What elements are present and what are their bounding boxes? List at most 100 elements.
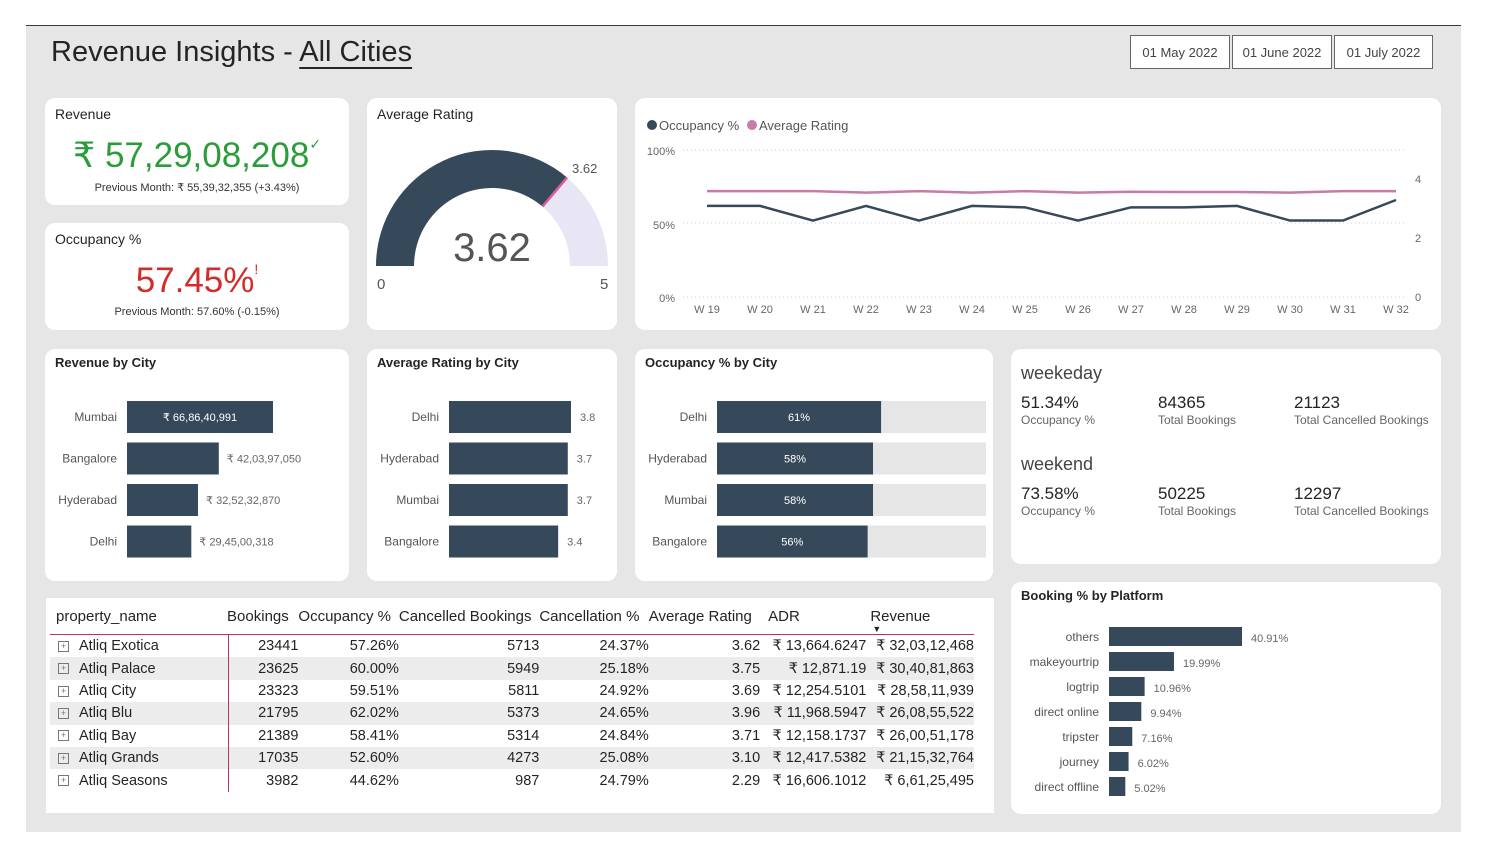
occupancy-card[interactable]: Occupancy % 57.45%! Previous Month: 57.6…	[45, 223, 349, 330]
expand-icon[interactable]: +	[58, 663, 69, 675]
rating-bar[interactable]	[449, 442, 568, 475]
weekend-label: weekend	[1021, 454, 1094, 474]
table-cell: ₹ 6,61,25,495	[884, 772, 974, 789]
table-row[interactable]: + Atliq Exotica 23441 57.26% 5713 24.37% 3.62 ₹…	[50, 635, 974, 658]
table-cell: 3982	[266, 772, 299, 789]
data-label: ₹ 32,52,32,870	[206, 495, 280, 507]
data-label: ₹ 29,45,00,318	[199, 537, 273, 549]
data-label: 58%	[784, 495, 806, 507]
occupancy-previous: Previous Month: 57.60% (-0.15%)	[114, 306, 280, 318]
table-row[interactable]: + Atliq City 23323 59.51% 5811 24.92% 3.69 ₹ 12…	[50, 680, 974, 702]
platform-bar[interactable]	[1109, 702, 1142, 721]
category-label: Mumbai	[74, 410, 117, 424]
cell-property-name: + Atliq Exotica	[50, 635, 227, 658]
table-row[interactable]: + Atliq Seasons 3982 44.62% 987 24.79% 2.29 ₹ 1…	[50, 769, 974, 791]
sort-desc-icon[interactable]: ▼	[872, 624, 881, 634]
category-label: direct offline	[1035, 780, 1100, 794]
gauge-min-label: 0	[377, 276, 385, 293]
expand-icon[interactable]: +	[58, 752, 69, 764]
date-filter-july[interactable]: 01 July 2022	[1334, 35, 1433, 69]
occupancy-series-line[interactable]	[707, 198, 1397, 222]
x-tick-label: W 30	[1277, 304, 1303, 316]
header-average-rating[interactable]: Average Rating	[649, 598, 760, 635]
occupancy-by-city-card[interactable]: Occupancy % by City Delhi 61% Hyderabad 58%…	[635, 349, 993, 581]
revenue-bar[interactable]	[127, 442, 219, 475]
rating-bar[interactable]	[449, 484, 568, 516]
occupancy-rating-trend-card[interactable]: Occupancy % Average Rating 100% 50% 0% 4…	[635, 98, 1441, 330]
header-property-name[interactable]: property_name	[50, 598, 227, 635]
table-cell: 58.41%	[349, 727, 399, 744]
daytype-card[interactable]: weekeday 51.34% Occupancy % 84365 Total …	[1011, 349, 1441, 564]
header-revenue-label: Revenue	[870, 607, 931, 625]
rating-bar[interactable]	[449, 401, 571, 433]
weekeday-occupancy-label: Occupancy %	[1021, 413, 1096, 427]
header-adr[interactable]: ADR	[760, 598, 870, 635]
booking-by-platform-card[interactable]: Booking % by Platform others 40.91% makeyo…	[1011, 582, 1441, 814]
platform-bar[interactable]	[1109, 752, 1129, 771]
revenue-card[interactable]: Revenue ₹ 57,29,08,208✓ Previous Month: …	[45, 98, 349, 205]
table-cell: 5811	[508, 682, 540, 699]
header-bookings[interactable]: Bookings	[227, 598, 298, 635]
table-row[interactable]: + Atliq Bay 21389 58.41% 5314 24.84% 3.71 ₹ 12,…	[50, 725, 974, 747]
expand-icon[interactable]: +	[58, 775, 69, 787]
data-label: 3.7	[577, 495, 592, 507]
property-name: Atliq Exotica	[79, 638, 159, 655]
x-tick-label: W 21	[800, 304, 826, 316]
x-tick-label: W 31	[1330, 304, 1356, 316]
city-filter-title[interactable]: All Cities	[299, 36, 412, 68]
x-tick-label: W 29	[1224, 304, 1250, 316]
weekeday-cancelled-label: Total Cancelled Bookings	[1294, 413, 1429, 427]
rating-bar[interactable]	[449, 525, 559, 558]
revenue-card-title: Revenue	[55, 106, 112, 122]
table-cell: 3.75	[731, 660, 761, 677]
header-revenue[interactable]: Revenue ▼	[870, 598, 974, 635]
cell-property-name: + Atliq Bay	[50, 725, 227, 747]
property-table[interactable]: property_name Bookings Occupancy % Cance…	[50, 598, 974, 792]
table-row[interactable]: + Atliq Blu 21795 62.02% 5373 24.65% 3.96 ₹ 11,…	[50, 702, 974, 725]
platform-bar[interactable]	[1109, 627, 1242, 646]
table-row[interactable]: + Atliq Palace 23625 60.00% 5949 25.18% 3.75 ₹ …	[50, 657, 974, 680]
data-label: 6.02%	[1138, 758, 1169, 770]
table-row[interactable]: + Atliq Grands 17035 52.60% 4273 25.08% 3.10 ₹ …	[50, 746, 974, 770]
legend-occupancy[interactable]: Occupancy %	[659, 118, 740, 133]
date-filter-june[interactable]: 01 June 2022	[1232, 35, 1332, 69]
platform-bar[interactable]	[1109, 777, 1126, 796]
revenue-bar[interactable]	[127, 525, 192, 558]
property-table-card[interactable]: property_name Bookings Occupancy % Cance…	[46, 598, 994, 813]
table-cell: 4273	[507, 750, 540, 767]
table-cell: 5713	[507, 638, 540, 655]
rating-series-line[interactable]	[707, 189, 1396, 194]
page-title: Revenue Insights - All Cities	[51, 36, 412, 69]
x-tick-label: W 19	[694, 304, 720, 316]
rating-by-city-card[interactable]: Average Rating by City Delhi 3.8 Hyderabad…	[367, 349, 617, 581]
gauge-max-label: 5	[600, 276, 608, 293]
table-header-row: property_name Bookings Occupancy % Cance…	[50, 598, 974, 635]
date-filter-may[interactable]: 01 May 2022	[1130, 35, 1230, 69]
header-cancellation[interactable]: Cancellation %	[539, 598, 648, 635]
expand-icon[interactable]: +	[58, 640, 69, 652]
x-tick-label: W 28	[1171, 304, 1197, 316]
x-tick-label: W 22	[853, 304, 879, 316]
category-label: Delhi	[680, 410, 707, 424]
revenue-bar[interactable]	[127, 484, 199, 516]
table-cell: ₹ 13,664.6247	[772, 638, 867, 655]
expand-icon[interactable]: +	[58, 730, 69, 742]
table-cell: ₹ 11,968.5947	[773, 705, 867, 722]
y-right-tick-0: 0	[1415, 292, 1421, 304]
weekend-bookings-value: 50225	[1158, 484, 1206, 503]
data-label: ₹ 42,03,97,050	[227, 454, 301, 466]
header-cancelled-bookings[interactable]: Cancelled Bookings	[399, 598, 539, 635]
average-rating-card[interactable]: Average Rating 3.62 3.62 0 5	[367, 98, 617, 330]
property-name: Atliq City	[79, 682, 137, 699]
legend-rating[interactable]: Average Rating	[759, 118, 848, 133]
expand-icon[interactable]: +	[58, 708, 69, 720]
platform-bar[interactable]	[1109, 677, 1145, 696]
category-label: Bangalore	[652, 535, 707, 549]
header-occupancy[interactable]: Occupancy %	[298, 598, 398, 635]
category-label: Mumbai	[396, 493, 439, 507]
platform-bar[interactable]	[1109, 652, 1174, 671]
x-tick-label: W 27	[1118, 304, 1144, 316]
expand-icon[interactable]: +	[58, 685, 69, 697]
platform-bar[interactable]	[1109, 727, 1133, 746]
revenue-by-city-card[interactable]: Revenue by City Mumbai ₹ 66,86,40,991 Bang…	[45, 349, 349, 581]
